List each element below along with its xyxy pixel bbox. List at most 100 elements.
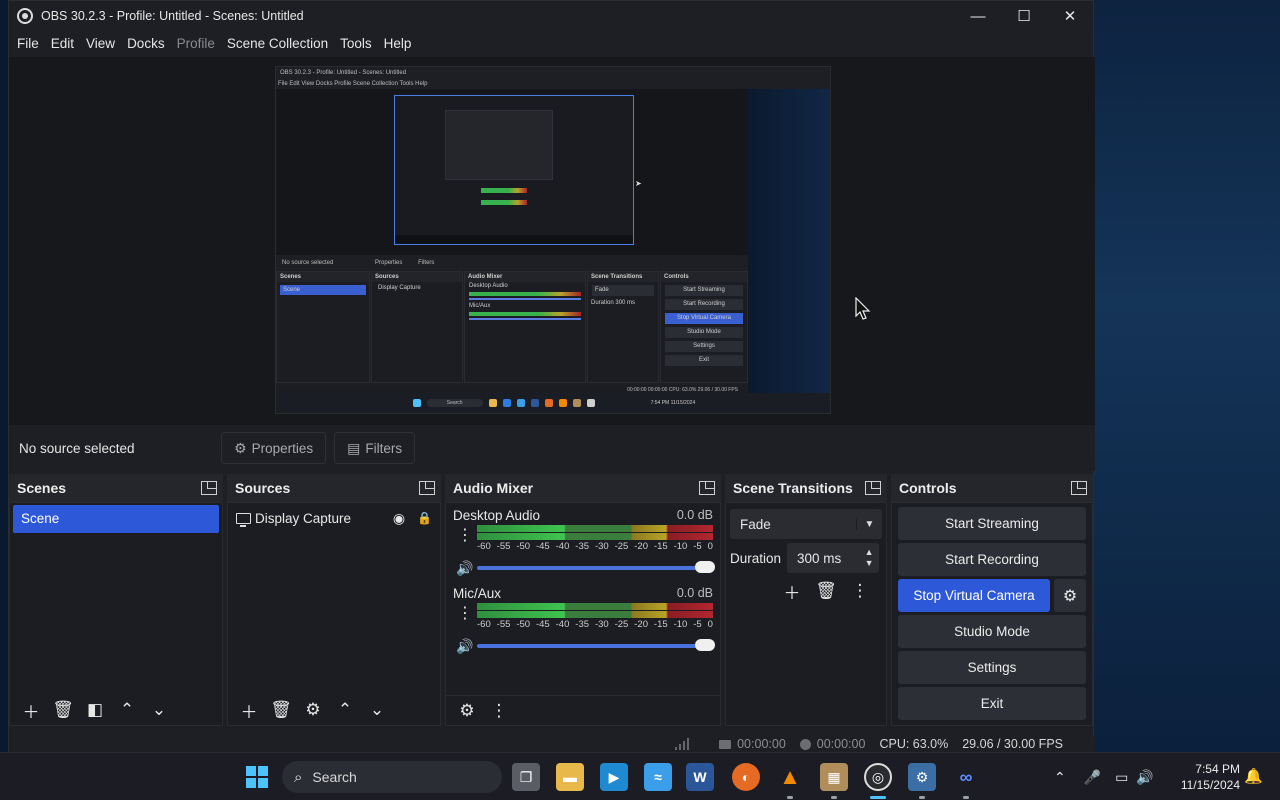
menu-file[interactable]: File bbox=[11, 31, 45, 57]
preview-canvas[interactable]: OBS 30.2.3 - Profile: Untitled - Scenes:… bbox=[275, 66, 831, 414]
source-label: Display Capture bbox=[255, 510, 352, 526]
undock-icon[interactable] bbox=[1071, 481, 1087, 495]
meter-scale-tick: 0 bbox=[707, 619, 713, 630]
source-item[interactable]: Display Capture ◉ 🔒 bbox=[228, 503, 440, 533]
menu-view[interactable]: View bbox=[80, 31, 121, 57]
microphone-icon[interactable]: 🎤 bbox=[1084, 769, 1101, 786]
task-view-icon[interactable]: ❐ bbox=[512, 763, 540, 791]
nested-duration-value: 300 ms bbox=[615, 300, 636, 306]
chevron-up-icon[interactable]: ⌃ bbox=[1054, 769, 1066, 786]
mixer-menu-icon[interactable]: ⋮ bbox=[484, 697, 514, 725]
menu-tools[interactable]: Tools bbox=[334, 31, 378, 57]
meter-scale-tick: -55 bbox=[496, 619, 511, 630]
meter-scale-tick: -60 bbox=[477, 541, 491, 552]
undock-icon[interactable] bbox=[419, 481, 435, 495]
spin-arrows-icon[interactable]: ▲ ▼ bbox=[859, 547, 879, 569]
nested-scenes-dock: Scenes Scene bbox=[276, 271, 370, 383]
add-scene-button[interactable]: ＋ bbox=[16, 696, 46, 724]
nested-controls-title: Controls bbox=[661, 272, 747, 282]
taskbar-search-box[interactable]: ⌕ Search bbox=[282, 761, 502, 793]
menu-docks[interactable]: Docks bbox=[121, 31, 171, 57]
start-streaming-button[interactable]: Start Streaming bbox=[898, 507, 1086, 540]
window-title: OBS 30.2.3 - Profile: Untitled - Scenes:… bbox=[41, 9, 304, 23]
meter-scale-tick: -10 bbox=[673, 541, 688, 552]
volume-slider-handle[interactable] bbox=[695, 639, 715, 651]
meter-scale-tick: -30 bbox=[594, 619, 609, 630]
stop-virtual-camera-button[interactable]: Stop Virtual Camera bbox=[898, 579, 1050, 612]
move-scene-up-button[interactable]: ⌃ bbox=[112, 696, 142, 724]
photos-icon[interactable]: ≈ bbox=[644, 763, 672, 791]
controls-dock: Controls Start Streaming Start Recording… bbox=[891, 474, 1093, 726]
record-timer: 00:00:00 bbox=[816, 737, 866, 751]
undock-icon[interactable] bbox=[699, 481, 715, 495]
obs-taskbar-icon[interactable]: ◎ bbox=[864, 763, 892, 791]
move-source-up-button[interactable]: ⌃ bbox=[330, 696, 360, 724]
properties-button[interactable]: ⚙ Properties bbox=[221, 432, 327, 464]
word-icon[interactable]: W bbox=[686, 763, 714, 791]
vlc-icon[interactable]: ▲ bbox=[776, 763, 804, 791]
preview-area[interactable]: OBS 30.2.3 - Profile: Untitled - Scenes:… bbox=[9, 57, 1095, 425]
move-source-down-button[interactable]: ⌄ bbox=[362, 696, 392, 724]
transition-menu-icon[interactable]: ⋮ bbox=[845, 577, 875, 605]
menu-help[interactable]: Help bbox=[378, 31, 418, 57]
undock-icon[interactable] bbox=[865, 481, 881, 495]
studio-mode-button[interactable]: Studio Mode bbox=[898, 615, 1086, 648]
start-recording-button[interactable]: Start Recording bbox=[898, 543, 1086, 576]
remove-source-button[interactable]: 🗑 bbox=[266, 696, 296, 724]
sources-title: Sources bbox=[235, 480, 291, 496]
remove-scene-button[interactable]: 🗑 bbox=[48, 696, 78, 724]
move-scene-down-button[interactable]: ⌄ bbox=[144, 696, 174, 724]
network-icon[interactable]: ▭ bbox=[1115, 769, 1128, 786]
stream-camera-icon bbox=[719, 739, 732, 749]
add-source-button[interactable]: ＋ bbox=[234, 696, 264, 724]
remote-desktop-icon[interactable]: ▶ bbox=[600, 763, 628, 791]
running-indicator bbox=[963, 796, 969, 799]
infinity-app-icon[interactable]: ∞ bbox=[952, 763, 980, 791]
channel-menu-icon[interactable]: ⋮ bbox=[453, 603, 477, 625]
visibility-eye-icon[interactable]: ◉ bbox=[393, 510, 405, 527]
record-dot-icon bbox=[799, 738, 811, 750]
maximize-button[interactable]: ☐ bbox=[1001, 1, 1047, 31]
volume-icon[interactable]: 🔊 bbox=[1136, 769, 1153, 786]
duration-spinbox[interactable]: 300 ms ▲ ▼ bbox=[787, 543, 880, 573]
archive-icon[interactable]: ▦ bbox=[820, 763, 848, 791]
virtual-camera-gear-icon[interactable]: ⚙ bbox=[1054, 579, 1086, 612]
remove-transition-button[interactable]: 🗑 bbox=[811, 577, 841, 605]
undock-icon[interactable] bbox=[201, 481, 217, 495]
advanced-audio-gear-icon[interactable]: ⚙ bbox=[452, 697, 482, 725]
transition-select[interactable]: Fade ▼ bbox=[730, 509, 882, 539]
lock-icon[interactable]: 🔒 bbox=[417, 511, 432, 525]
taskbar-clock[interactable]: 7:54 PM 11/15/2024 bbox=[1170, 761, 1240, 793]
nested-desktop-audio: Desktop Audio bbox=[469, 283, 508, 289]
scene-item[interactable]: Scene bbox=[13, 505, 219, 533]
speaker-icon[interactable]: 🔊 bbox=[453, 638, 477, 655]
channel-menu-icon[interactable]: ⋮ bbox=[453, 525, 477, 547]
firefox-icon[interactable]: ◐ bbox=[732, 763, 760, 791]
settings-button[interactable]: Settings bbox=[898, 651, 1086, 684]
scene-filters-button[interactable]: ◧ bbox=[80, 696, 110, 724]
source-properties-button[interactable]: ⚙ bbox=[298, 696, 328, 724]
meter-scale-tick: -15 bbox=[653, 541, 668, 552]
menu-scene-collection[interactable]: Scene Collection bbox=[221, 31, 334, 57]
nested-start-streaming: Start Streaming bbox=[665, 285, 743, 296]
nested-title: OBS 30.2.3 - Profile: Untitled - Scenes:… bbox=[276, 67, 830, 79]
menu-profile[interactable]: Profile bbox=[171, 31, 221, 57]
menu-edit[interactable]: Edit bbox=[45, 31, 80, 57]
nested-duration-label: Duration bbox=[591, 300, 614, 306]
nested-settings: Settings bbox=[665, 341, 743, 352]
windows-start-icon[interactable] bbox=[246, 766, 268, 788]
network-tool-icon[interactable]: ⚙ bbox=[908, 763, 936, 791]
nested-slider bbox=[469, 298, 581, 300]
file-explorer-icon[interactable]: ▬ bbox=[556, 763, 584, 791]
speaker-icon[interactable]: 🔊 bbox=[453, 560, 477, 577]
notification-bell-icon[interactable]: 🔔 bbox=[1244, 767, 1263, 785]
exit-button[interactable]: Exit bbox=[898, 687, 1086, 720]
close-button[interactable]: ✕ bbox=[1047, 1, 1093, 31]
minimize-button[interactable]: — bbox=[955, 1, 1001, 31]
filters-button[interactable]: ▤ Filters bbox=[334, 432, 416, 464]
volume-slider-handle[interactable] bbox=[695, 561, 715, 573]
volume-slider[interactable] bbox=[477, 561, 715, 573]
nested-exit: Exit bbox=[665, 355, 743, 366]
add-transition-button[interactable]: ＋ bbox=[777, 577, 807, 605]
volume-slider[interactable] bbox=[477, 639, 715, 651]
